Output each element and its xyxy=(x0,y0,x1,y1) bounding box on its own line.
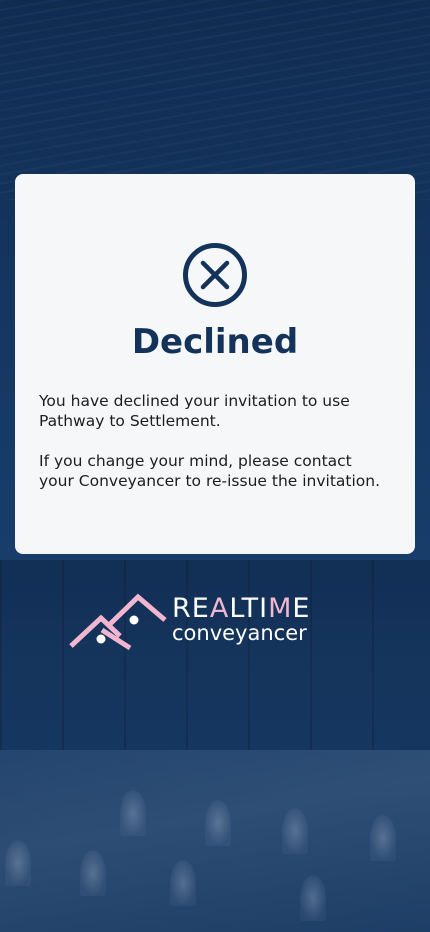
plant xyxy=(205,800,231,846)
logo-subtitle: conveyancer xyxy=(172,621,307,645)
contact-message: If you change your mind, please contact … xyxy=(39,452,381,490)
building-facade xyxy=(0,0,430,200)
realtime-conveyancer-logo: REALTIME conveyancer xyxy=(68,592,348,652)
modal-title: Declined xyxy=(131,322,299,362)
plant xyxy=(80,850,106,896)
plant xyxy=(370,815,396,861)
plant xyxy=(170,860,196,906)
logo-wordmark: REALTIME xyxy=(172,593,311,624)
plant xyxy=(5,840,31,886)
circle-x-icon xyxy=(183,243,247,307)
declined-modal: Declined You have declined your invitati… xyxy=(15,174,415,554)
plant xyxy=(300,875,326,921)
building-windows xyxy=(0,560,430,750)
houses-logo-mark xyxy=(69,593,167,651)
plant xyxy=(282,808,308,854)
plant xyxy=(120,790,146,836)
decline-message: You have declined your invitation to use… xyxy=(39,392,350,430)
